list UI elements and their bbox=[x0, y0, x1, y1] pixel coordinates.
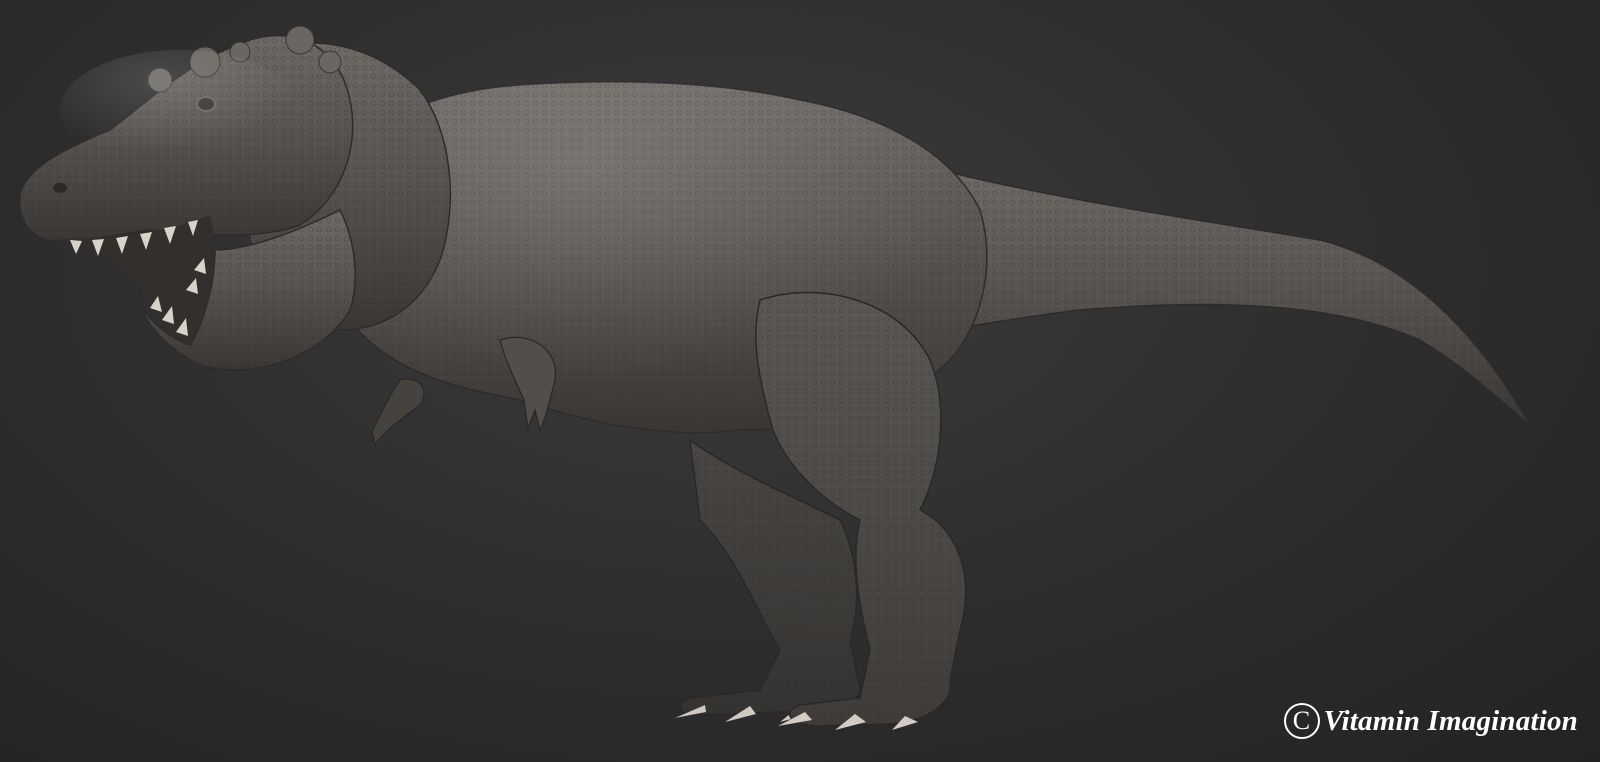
copyright-icon: C bbox=[1283, 703, 1320, 739]
tail bbox=[929, 169, 1531, 426]
nostril-icon bbox=[53, 183, 67, 193]
t-rex-sculpt bbox=[18, 25, 1531, 730]
render-viewport bbox=[0, 0, 1600, 762]
copyright-watermark: C Vitamin Imagination bbox=[1283, 700, 1578, 742]
head bbox=[18, 25, 356, 371]
watermark-text: Vitamin Imagination bbox=[1323, 704, 1578, 737]
